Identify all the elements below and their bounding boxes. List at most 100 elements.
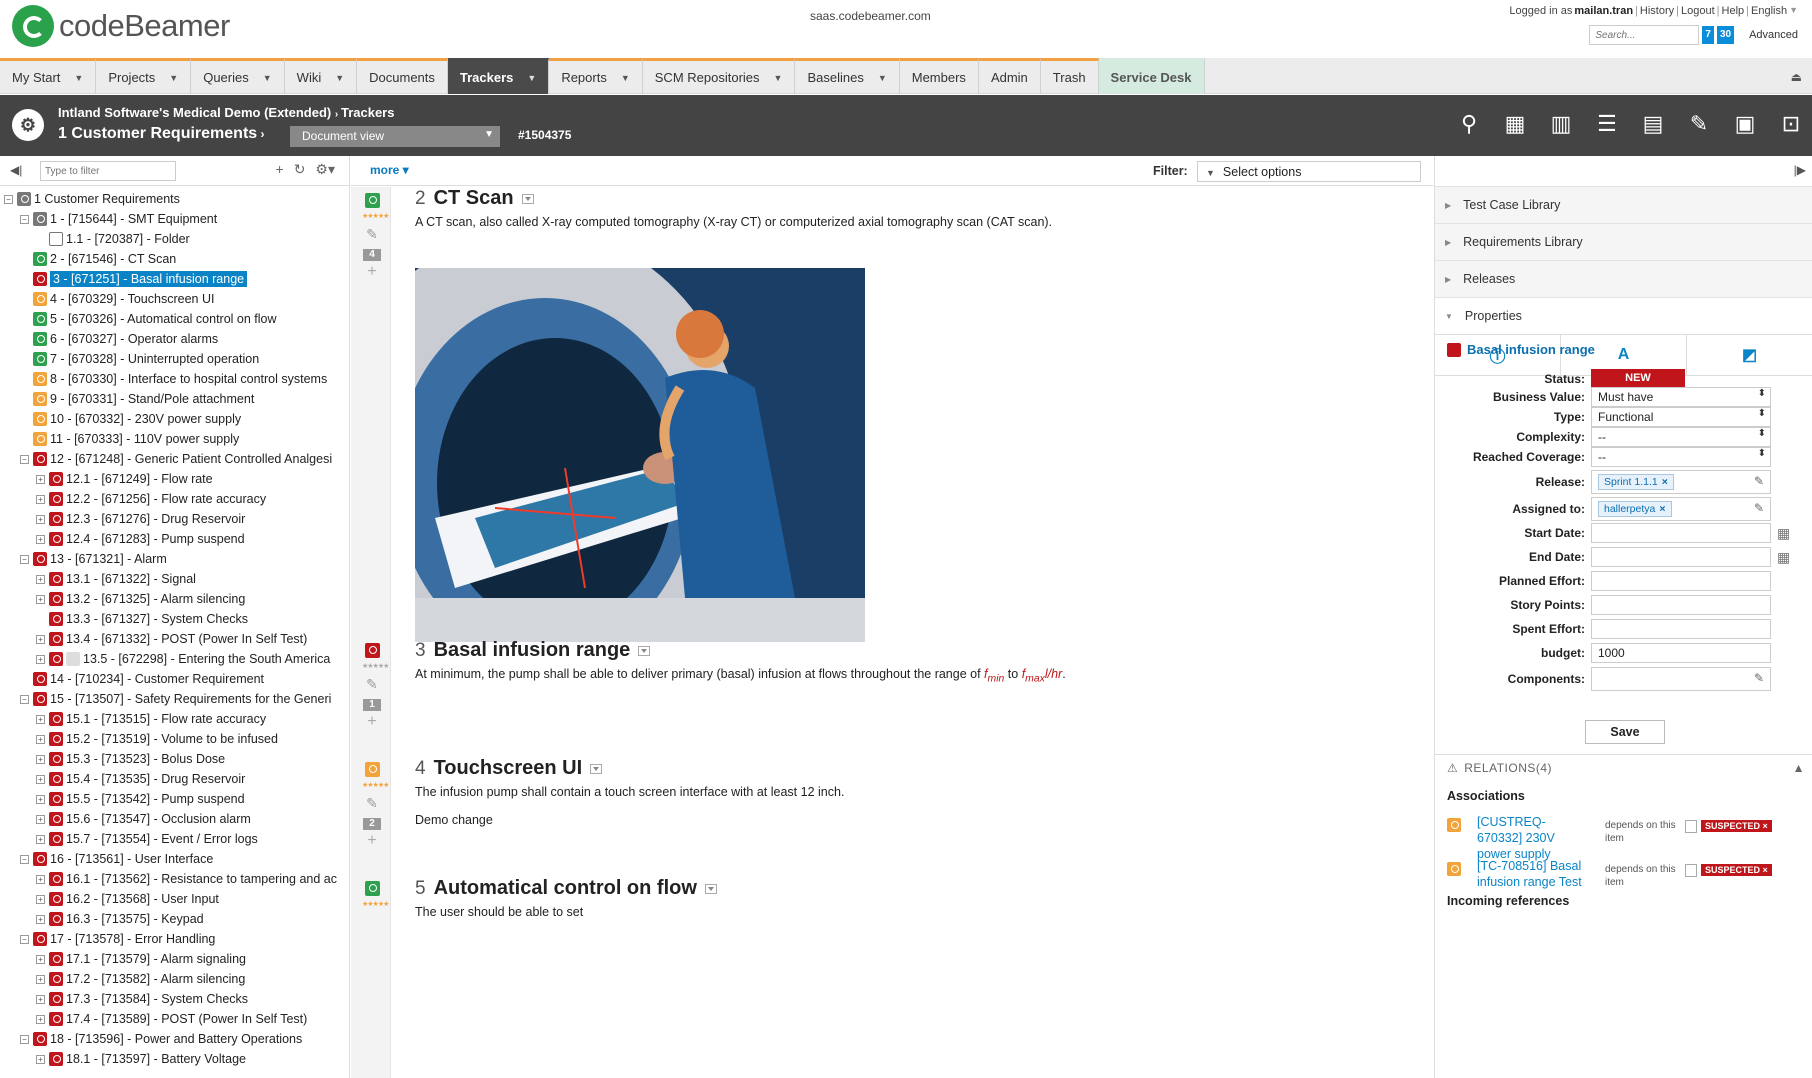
rating-stars[interactable]: ★★★★★ xyxy=(362,900,389,908)
grid-view-icon[interactable]: ▦ xyxy=(1502,111,1528,137)
tree-item[interactable]: 14 - [710234] - Customer Requirement xyxy=(0,669,349,689)
business-value-select[interactable]: Must have ⬍ xyxy=(1591,387,1771,407)
section-title[interactable]: CT Scan xyxy=(434,187,514,210)
pencil-icon[interactable]: ✎ xyxy=(1754,671,1764,685)
tree-item[interactable]: − 13 - [671321] - Alarm xyxy=(0,549,349,569)
relations-header[interactable]: ⚠ RELATIONS(4) ▲ xyxy=(1435,754,1812,780)
nav-tab-service-desk[interactable]: Service Desk xyxy=(1098,58,1205,94)
tree-item[interactable]: 8 - [670330] - Interface to hospital con… xyxy=(0,369,349,389)
advanced-search-link[interactable]: Advanced xyxy=(1749,29,1798,41)
requirement-icon[interactable] xyxy=(364,643,380,658)
chevron-down-icon[interactable]: ▼ xyxy=(527,73,536,83)
tree-item[interactable]: 10 - [670332] - 230V power supply xyxy=(0,409,349,429)
nav-tab-documents[interactable]: Documents xyxy=(357,58,448,94)
requirement-icon[interactable] xyxy=(364,762,380,777)
nav-tab-trackers[interactable]: Trackers ▼ xyxy=(447,58,550,94)
expand-icon[interactable]: + xyxy=(36,874,45,884)
expand-icon[interactable]: + xyxy=(36,914,45,924)
tree-item[interactable]: +17.3 - [713584] - System Checks xyxy=(0,989,349,1009)
release-chip[interactable]: Sprint 1.1.1 × xyxy=(1598,474,1674,490)
tree-item[interactable]: − 1 - [715644] - SMT Equipment xyxy=(0,209,349,229)
status-badge[interactable]: NEW xyxy=(1591,369,1685,388)
chevron-down-icon[interactable]: ▼ xyxy=(335,73,344,83)
pencil-icon[interactable]: ✎ xyxy=(1754,501,1764,515)
tree-item[interactable]: − 17 - [713578] - Error Handling xyxy=(0,929,349,949)
username-link[interactable]: mailan.tran xyxy=(1574,5,1633,17)
end-date-input[interactable] xyxy=(1591,547,1771,567)
breadcrumb-trackers[interactable]: Trackers xyxy=(341,105,395,120)
collapse-right-icon[interactable]: |▶ xyxy=(1794,163,1806,177)
spent-effort-input[interactable] xyxy=(1591,619,1771,639)
breadcrumb-project[interactable]: Intland Software's Medical Demo (Extende… xyxy=(58,105,331,120)
tree-item[interactable]: +12.2 - [671256] - Flow rate accuracy xyxy=(0,489,349,509)
tree-item[interactable]: 2 - [671546] - CT Scan xyxy=(0,249,349,269)
list-view-icon[interactable]: ☰ xyxy=(1594,111,1620,137)
settings-icon[interactable]: ⚙▾ xyxy=(315,161,335,178)
add-icon[interactable]: + xyxy=(276,161,284,178)
story-points-input[interactable] xyxy=(1591,595,1771,615)
tree-item[interactable]: − 15 - [713507] - Safety Requirements for… xyxy=(0,689,349,709)
collapse-icon[interactable]: − xyxy=(20,454,29,464)
more-menu[interactable]: more ▾ xyxy=(370,163,409,177)
section-title[interactable]: Automatical control on flow xyxy=(434,877,697,900)
view-select[interactable]: Document view ▼ xyxy=(290,126,500,147)
section-menu-icon[interactable] xyxy=(638,645,651,656)
tree-filter-input[interactable] xyxy=(40,161,176,181)
expand-icon[interactable]: + xyxy=(36,794,45,804)
calendar-icon[interactable]: ▦ xyxy=(1777,549,1790,566)
tree-item[interactable]: 9 - [670331] - Stand/Pole attachment xyxy=(0,389,349,409)
nav-tab-baselines[interactable]: Baselines ▼ xyxy=(795,58,900,94)
rating-stars[interactable]: ★★★★★ xyxy=(362,212,389,220)
edit-icon[interactable]: ✎ xyxy=(362,676,382,693)
suspected-badge[interactable]: SUSPECTED × xyxy=(1701,820,1772,832)
comment-count-badge[interactable]: 2 xyxy=(363,818,381,830)
history-icon[interactable]: ↻ xyxy=(294,161,306,178)
relation-link[interactable]: [CUSTREQ-670332] 230V power supply xyxy=(1477,814,1587,862)
tree-item[interactable]: +15.5 - [713542] - Pump suspend xyxy=(0,789,349,809)
comment-count-badge[interactable]: 1 xyxy=(363,699,381,711)
chevron-down-icon[interactable]: ▼ xyxy=(169,73,178,83)
expand-icon[interactable]: + xyxy=(36,514,45,524)
accordion-requirements-library[interactable]: ▶ Requirements Library xyxy=(1435,223,1812,260)
chart-icon[interactable]: ▣ xyxy=(1732,111,1758,137)
expand-icon[interactable]: + xyxy=(36,774,45,784)
expand-icon[interactable]: + xyxy=(36,474,45,484)
help-link[interactable]: Help xyxy=(1722,5,1745,17)
logout-link[interactable]: Logout xyxy=(1681,5,1715,17)
nav-tab-members[interactable]: Members xyxy=(899,58,979,94)
notification-count-b[interactable]: 30 xyxy=(1716,26,1735,44)
collapse-icon[interactable]: − xyxy=(20,854,29,864)
cardboard-icon[interactable]: ▥ xyxy=(1548,111,1574,137)
search-input[interactable] xyxy=(1589,25,1700,45)
language-link[interactable]: English xyxy=(1751,5,1787,17)
section-title[interactable]: Basal infusion range xyxy=(434,639,631,662)
expand-icon[interactable]: + xyxy=(36,634,45,644)
collapse-icon[interactable]: − xyxy=(20,1034,29,1044)
chevron-down-icon[interactable]: ▼ xyxy=(263,73,272,83)
tree-item[interactable]: 3 - [671251] - Basal infusion range xyxy=(0,269,349,289)
section-menu-icon[interactable] xyxy=(521,193,534,204)
expand-icon[interactable]: + xyxy=(36,894,45,904)
tree-item[interactable]: +15.2 - [713519] - Volume to be infused xyxy=(0,729,349,749)
rating-stars[interactable]: ★★★★★ xyxy=(362,781,389,789)
pencil-icon[interactable]: ✎ xyxy=(1754,474,1764,488)
tree-item[interactable]: +15.3 - [713523] - Bolus Dose xyxy=(0,749,349,769)
expand-icon[interactable]: + xyxy=(36,994,45,1004)
tree-item[interactable]: +13.1 - [671322] - Signal xyxy=(0,569,349,589)
rating-stars[interactable]: ★★★★★ xyxy=(362,662,389,670)
tree-item[interactable]: +13.2 - [671325] - Alarm silencing xyxy=(0,589,349,609)
collapse-left-icon[interactable]: ◀| xyxy=(10,163,22,177)
tree-item[interactable]: +12.3 - [671276] - Drug Reservoir xyxy=(0,509,349,529)
tree-item[interactable]: +18.1 - [713597] - Battery Voltage xyxy=(0,1049,349,1069)
nav-tab-projects[interactable]: Projects ▼ xyxy=(96,58,192,94)
tree-item[interactable]: − 16 - [713561] - User Interface xyxy=(0,849,349,869)
tree-item[interactable]: 1.1 - [720387] - Folder xyxy=(0,229,349,249)
type-select[interactable]: Functional ⬍ xyxy=(1591,407,1771,427)
nav-tab-trash[interactable]: Trash xyxy=(1040,58,1099,94)
section-menu-icon[interactable] xyxy=(704,883,717,894)
accordion-properties[interactable]: ▼ Properties xyxy=(1435,297,1812,334)
collapse-header-icon[interactable]: ⏏ xyxy=(1791,70,1802,84)
tree-item[interactable]: 13.3 - [671327] - System Checks xyxy=(0,609,349,629)
components-field[interactable]: ✎ xyxy=(1591,667,1771,691)
add-icon[interactable]: + xyxy=(362,263,382,281)
